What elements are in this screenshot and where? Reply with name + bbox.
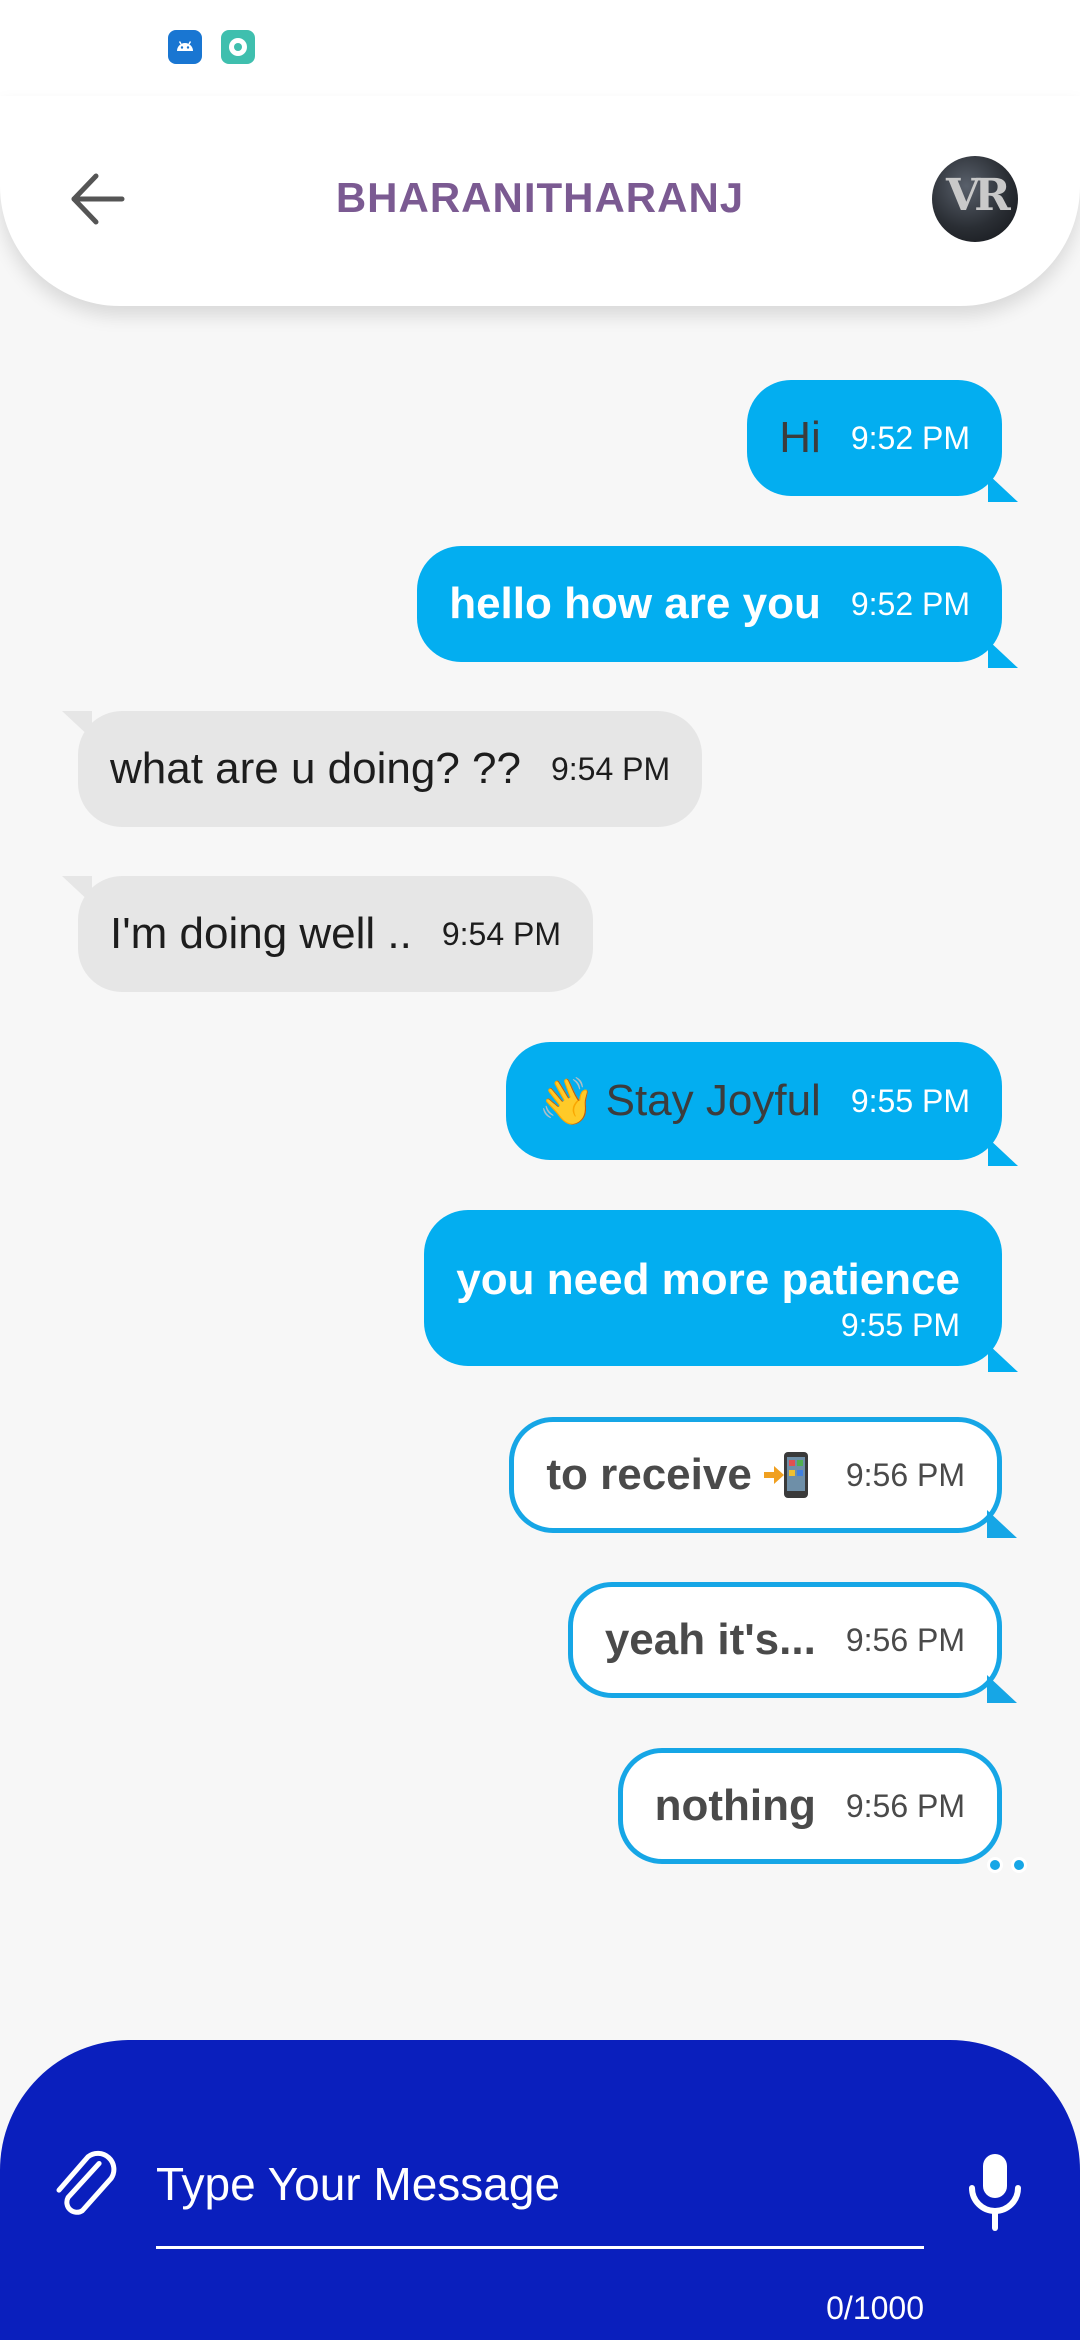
message-time: 9:55 PM — [840, 1306, 960, 1343]
chat-header: BHARANITHARANJ VR — [0, 96, 1080, 306]
message-input[interactable] — [156, 2148, 924, 2220]
outgoing-message-bubble[interactable]: Hi 9:52 PM — [747, 380, 1018, 502]
bubble-tail — [987, 1675, 1017, 1703]
bubble-tail — [988, 474, 1018, 502]
indicator-dot — [987, 1857, 1003, 1873]
bubble-tail — [988, 1138, 1018, 1166]
sending-indicator — [987, 1857, 1027, 1873]
indicator-dot — [1011, 1857, 1027, 1873]
message-time: 9:52 PM — [850, 585, 970, 622]
notification-app-icon — [221, 30, 255, 64]
paperclip-icon — [56, 2150, 117, 2215]
message-time: 9:56 PM — [845, 1621, 965, 1658]
bubble-tail — [987, 1510, 1017, 1538]
message-composer: 0/1000 — [0, 2040, 1080, 2340]
waving-hand-emoji: 👋 — [538, 1073, 596, 1128]
outgoing-message-bubble[interactable]: nothing 9:56 PM — [617, 1748, 1027, 1873]
arrow-left-icon — [71, 173, 125, 225]
outgoing-message-bubble[interactable]: yeah it's... 9:56 PM — [567, 1582, 1017, 1703]
back-button[interactable] — [62, 166, 138, 232]
outgoing-message-bubble[interactable]: hello how are you 9:52 PM — [417, 546, 1018, 668]
message-list[interactable]: Hi 9:52 PM hello how are you 9:52 PM wha… — [0, 360, 1080, 2040]
status-bar — [0, 0, 1080, 96]
message-text: hello how are you — [449, 579, 821, 628]
message-text: to receive — [546, 1450, 752, 1499]
incoming-message-bubble[interactable]: what are u doing? ?? 9:54 PM — [62, 711, 703, 827]
message-time: 9:52 PM — [850, 419, 970, 456]
incoming-message-bubble[interactable]: I'm doing well .. 9:54 PM — [62, 876, 594, 992]
message-text: nothing — [654, 1781, 816, 1830]
message-text: you need more patience — [456, 1254, 960, 1304]
microphone-button[interactable] — [966, 2152, 1024, 2232]
avatar[interactable]: VR — [932, 156, 1018, 242]
android-icon — [168, 30, 202, 64]
message-time: 9:56 PM — [845, 1787, 965, 1824]
message-text: Stay Joyful — [605, 1076, 821, 1125]
message-text: Hi — [779, 413, 821, 462]
message-text: yeah it's... — [604, 1615, 816, 1664]
message-text: I'm doing well .. — [110, 909, 412, 958]
bubble-tail — [988, 1344, 1018, 1372]
character-counter: 0/1000 — [826, 2290, 924, 2326]
message-time: 9:54 PM — [550, 750, 671, 787]
bubble-tail — [62, 711, 92, 739]
outgoing-message-bubble[interactable]: you need more patience 9:55 PM — [424, 1210, 1018, 1372]
message-time: 9:56 PM — [845, 1456, 965, 1493]
outgoing-message-bubble[interactable]: 👋 Stay Joyful 9:55 PM — [506, 1042, 1018, 1166]
attach-button[interactable] — [52, 2142, 122, 2228]
message-time: 9:54 PM — [441, 915, 562, 952]
outgoing-message-bubble[interactable]: to receive 9:56 PM — [509, 1417, 1017, 1538]
bubble-tail — [988, 640, 1018, 668]
contact-name: BHARANITHARANJ — [335, 174, 745, 221]
message-time: 9:55 PM — [850, 1082, 970, 1119]
phone-receive-icon — [762, 1448, 816, 1502]
message-text: what are u doing? ?? — [110, 744, 521, 793]
avatar-initials: VR — [946, 170, 1011, 221]
bubble-tail — [62, 876, 92, 904]
microphone-icon — [969, 2154, 1021, 2231]
input-underline — [156, 2246, 924, 2249]
